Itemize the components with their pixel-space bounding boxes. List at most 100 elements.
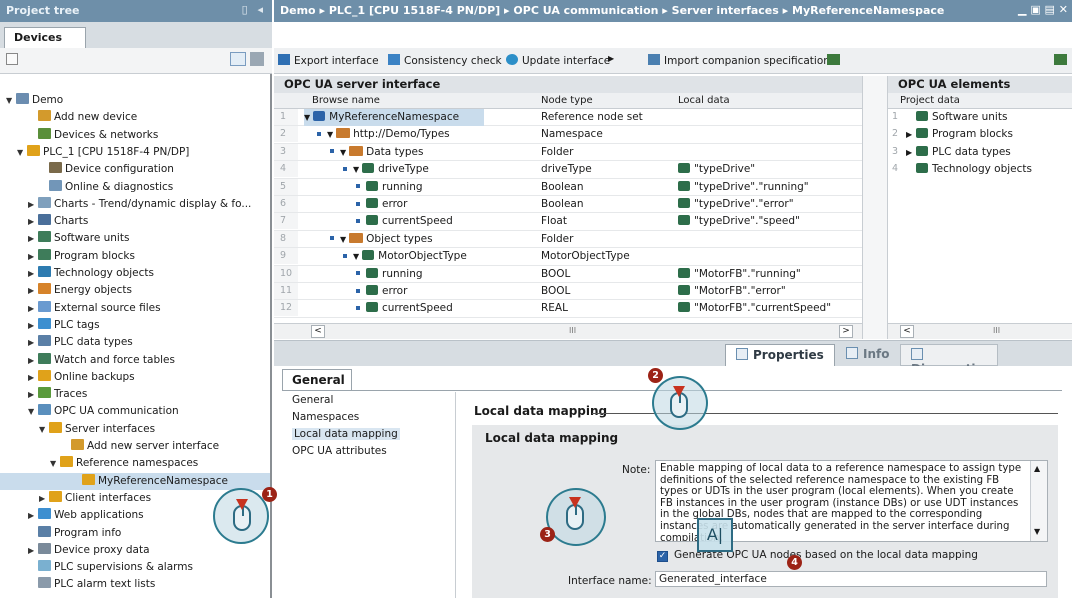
- tab-info[interactable]: Info: [836, 344, 899, 366]
- project-data-cell[interactable]: Software units: [906, 109, 1007, 125]
- tree-item[interactable]: PLC alarm text lists: [0, 576, 270, 593]
- collapse-arrow-icon[interactable]: ▶: [906, 127, 916, 143]
- table-row[interactable]: 12 currentSpeed REAL "MotorFB"."currentSpee…: [274, 300, 862, 318]
- list-item[interactable]: 3 ▶ PLC data types: [888, 144, 1072, 161]
- tree-item[interactable]: MyReferenceNamespace: [0, 472, 270, 490]
- local-data-cell[interactable]: "typeDrive": [678, 161, 755, 177]
- expand-arrow-icon[interactable]: ▼: [39, 421, 48, 438]
- overview-icon[interactable]: [250, 52, 264, 66]
- scroll-left-icon[interactable]: <: [311, 325, 325, 338]
- table-row[interactable]: 4 ▼ driveType driveType "typeDrive": [274, 161, 862, 179]
- server-horizontal-scrollbar[interactable]: < III >: [274, 323, 862, 339]
- collapse-arrow-icon[interactable]: ▶: [906, 145, 916, 161]
- col-local-data[interactable]: Local data: [678, 95, 730, 106]
- node-type-cell[interactable]: BOOL: [541, 283, 570, 299]
- browse-name-cell[interactable]: currentSpeed: [356, 300, 453, 316]
- tab-general[interactable]: General: [282, 369, 352, 391]
- tree-item[interactable]: ▶ PLC tags: [0, 317, 270, 334]
- node-type-cell[interactable]: Folder: [541, 144, 573, 160]
- node-type-cell[interactable]: REAL: [541, 300, 568, 316]
- expand-arrow-icon[interactable]: ▼: [17, 144, 26, 161]
- scroll-up-icon[interactable]: ▲: [1034, 464, 1040, 473]
- nav-item[interactable]: Namespaces: [292, 411, 359, 423]
- col-project-data[interactable]: Project data: [900, 95, 960, 106]
- note-scrollbar[interactable]: ▲ ▼: [1030, 461, 1047, 541]
- col-node-type[interactable]: Node type: [541, 95, 593, 106]
- table-row[interactable]: 7 currentSpeed Float "typeDrive"."speed": [274, 213, 862, 231]
- tree-item[interactable]: Devices & networks: [0, 127, 270, 144]
- tree-item[interactable]: ▶ Energy objects: [0, 282, 270, 299]
- export-interface-button[interactable]: Export interface: [278, 54, 379, 67]
- import-companion-spec-button[interactable]: Import companion specification: [648, 54, 830, 67]
- collapse-arrow-icon[interactable]: ▶: [28, 542, 37, 559]
- collapse-arrow-icon[interactable]: ▶: [28, 369, 37, 386]
- local-data-cell[interactable]: "typeDrive"."running": [678, 179, 809, 195]
- tree-item[interactable]: ▼ PLC_1 [CPU 1518F-4 PN/DP]: [0, 144, 270, 161]
- project-data-cell[interactable]: ▶ PLC data types: [906, 144, 1011, 161]
- elements-horizontal-scrollbar[interactable]: < III: [888, 323, 1072, 339]
- tree-item[interactable]: Add new server interface: [0, 438, 270, 455]
- collapse-arrow-icon[interactable]: ▶: [28, 265, 37, 282]
- panel-controls-icon[interactable]: ▯ ◂: [242, 3, 266, 16]
- breadcrumb-item[interactable]: PLC_1 [CPU 1518F-4 PN/DP]: [329, 4, 500, 17]
- tree-item[interactable]: ▶ Online backups: [0, 369, 270, 386]
- breadcrumb-item[interactable]: Demo: [280, 4, 316, 17]
- tree-item[interactable]: ▶ Traces: [0, 386, 270, 403]
- collapse-arrow-icon[interactable]: ▶: [39, 490, 48, 507]
- local-data-cell[interactable]: "typeDrive"."error": [678, 196, 794, 212]
- node-type-cell[interactable]: Namespace: [541, 126, 603, 142]
- table-row[interactable]: 10 running BOOL "MotorFB"."running": [274, 265, 862, 283]
- collapse-arrow-icon[interactable]: ▶: [28, 248, 37, 265]
- tree-item[interactable]: ▶ Charts - Trend/dynamic display & fo...: [0, 196, 270, 213]
- browse-name-cell[interactable]: error: [356, 283, 407, 299]
- table-row[interactable]: 3 ▼ Data types Folder: [274, 143, 862, 162]
- scroll-thumb[interactable]: III: [569, 326, 576, 335]
- toggle-view-icon[interactable]: [827, 54, 840, 65]
- node-type-cell[interactable]: MotorObjectType: [541, 248, 630, 264]
- browse-name-cell[interactable]: running: [356, 266, 423, 282]
- browse-name-cell[interactable]: ▼ Object types: [330, 231, 433, 248]
- local-data-cell[interactable]: "MotorFB"."running": [678, 266, 801, 282]
- tree-item[interactable]: ▼ Server interfaces: [0, 421, 270, 438]
- generate-nodes-checkbox[interactable]: ✓: [657, 551, 668, 562]
- window-controls-icon[interactable]: ▁ ▣ ▤ ✕: [1018, 3, 1068, 16]
- tree-item[interactable]: PLC supervisions & alarms: [0, 559, 270, 576]
- local-data-cell[interactable]: "MotorFB"."currentSpeed": [678, 300, 831, 316]
- scroll-left-icon[interactable]: <: [900, 325, 914, 338]
- browse-name-cell[interactable]: ▼ driveType: [343, 161, 429, 178]
- tab-devices[interactable]: Devices: [4, 27, 86, 49]
- expand-arrow-icon[interactable]: ▼: [340, 148, 346, 157]
- breadcrumb-item[interactable]: Server interfaces: [672, 4, 779, 17]
- list-item[interactable]: 1 Software units: [888, 109, 1072, 126]
- panel-splitter[interactable]: [862, 76, 888, 339]
- local-data-cell[interactable]: "MotorFB"."error": [678, 283, 786, 299]
- tree-item[interactable]: Add new device: [0, 109, 270, 126]
- expand-arrow-icon[interactable]: ▼: [353, 165, 359, 174]
- tree-item[interactable]: ▶ Program blocks: [0, 248, 270, 265]
- browse-name-cell[interactable]: error: [356, 196, 407, 212]
- collapse-arrow-icon[interactable]: ▶: [28, 230, 37, 247]
- grid-view-icon[interactable]: [6, 53, 18, 65]
- table-row[interactable]: 9 ▼ MotorObjectType MotorObjectType: [274, 248, 862, 266]
- more-arrow-icon[interactable]: ▶: [608, 54, 614, 63]
- tree-item[interactable]: ▶ Watch and force tables: [0, 352, 270, 369]
- nav-item[interactable]: General: [292, 394, 333, 406]
- tree-item[interactable]: ▶ PLC data types: [0, 334, 270, 351]
- browse-name-cell[interactable]: ▼ MyReferenceNamespace: [304, 109, 484, 126]
- nav-item[interactable]: Local data mapping: [292, 428, 400, 440]
- breadcrumb-item[interactable]: OPC UA communication: [513, 4, 658, 17]
- collapse-arrow-icon[interactable]: ▶: [28, 352, 37, 369]
- table-row[interactable]: 8 ▼ Object types Folder: [274, 230, 862, 249]
- collapse-arrow-icon[interactable]: ▶: [28, 507, 37, 524]
- node-type-cell[interactable]: Folder: [541, 231, 573, 247]
- tree-item[interactable]: ▶ Software units: [0, 230, 270, 247]
- browse-name-cell[interactable]: ▼ Data types: [330, 144, 424, 161]
- scroll-down-icon[interactable]: ▼: [1034, 527, 1040, 536]
- expand-arrow-icon[interactable]: ▼: [304, 113, 310, 122]
- tree-item[interactable]: ▼ OPC UA communication: [0, 403, 270, 420]
- table-row[interactable]: 11 error BOOL "MotorFB"."error": [274, 283, 862, 301]
- tree-item[interactable]: ▶ Technology objects: [0, 265, 270, 282]
- browse-name-cell[interactable]: currentSpeed: [356, 213, 453, 229]
- tab-diagnostics[interactable]: Diagnostics: [900, 344, 998, 376]
- tree-item[interactable]: ▶ Device proxy data: [0, 542, 270, 559]
